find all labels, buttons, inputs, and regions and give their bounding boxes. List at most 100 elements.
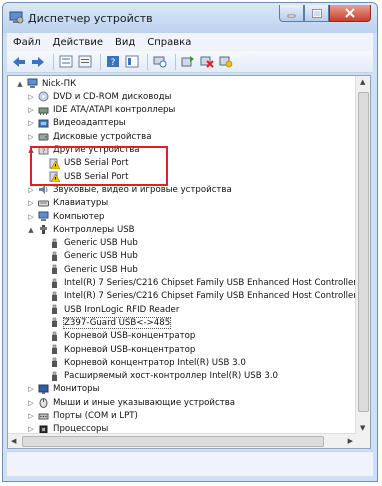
toolbar-separator xyxy=(53,53,54,70)
tree-item[interactable]: Intel(R) 7 Series/C216 Chipset Family US… xyxy=(38,290,370,303)
toolbar-separator xyxy=(100,53,101,70)
usb-icon xyxy=(52,371,57,381)
horizontal-scroll-thumb[interactable] xyxy=(22,436,324,447)
maximize-button[interactable] xyxy=(304,5,329,22)
expand-arrow-icon[interactable]: ▷ xyxy=(27,213,35,221)
expand-arrow-icon[interactable]: ▷ xyxy=(27,412,35,420)
usb-icon xyxy=(52,318,57,328)
scroll-down-icon[interactable]: ▼ xyxy=(360,424,365,432)
details-button[interactable] xyxy=(124,54,140,70)
tree-item[interactable]: ▷ Дисковые устройства xyxy=(27,130,151,143)
tree-item[interactable]: ▲ Nick-ПК xyxy=(16,77,76,90)
forward-icon xyxy=(32,56,44,67)
tree-item[interactable]: ▷ DVD и CD-ROM дисководы xyxy=(27,90,171,103)
usb-icon xyxy=(52,331,57,341)
tree-item[interactable]: Корневой концентратор Intel(R) USB 3.0 xyxy=(38,356,246,369)
vertical-scroll-thumb[interactable] xyxy=(358,92,369,412)
toolbar: ? xyxy=(7,51,373,73)
menu-help[interactable]: Справка xyxy=(141,37,197,48)
expand-arrow-icon[interactable]: ▷ xyxy=(27,106,35,114)
menu-file[interactable]: Файл xyxy=(7,37,47,48)
tree-item[interactable]: Z397-Guard USB<->485 xyxy=(38,316,172,329)
ide-icon xyxy=(38,107,49,115)
back-button[interactable] xyxy=(11,54,27,70)
tree-item-label: Nick-ПК xyxy=(42,78,77,89)
tree-item-label: Звуковые, видео и игровые устройства xyxy=(53,184,232,195)
tree-item-label: Корневой USB-концентратор xyxy=(64,344,196,355)
horizontal-scrollbar[interactable]: ◀ ▶ xyxy=(8,433,356,448)
computer-icon xyxy=(27,78,38,88)
tree-item-label: Generic USB Hub xyxy=(64,264,138,275)
expand-arrow-icon[interactable]: ▷ xyxy=(27,119,35,127)
scroll-right-icon[interactable]: ▶ xyxy=(348,437,353,445)
tree-item[interactable]: ▷ Компьютер xyxy=(27,210,105,223)
close-icon xyxy=(345,8,355,18)
tree-item[interactable]: ▲ Контроллеры USB xyxy=(27,223,134,236)
collapse-arrow-icon[interactable]: ▲ xyxy=(16,80,24,88)
tree-item-label: Расширяемый хост-контроллер Intel(R) USB… xyxy=(64,371,279,382)
tree-item[interactable]: Generic USB Hub xyxy=(38,237,138,250)
usb-icon xyxy=(52,358,57,368)
tree-item-label: Компьютер xyxy=(53,211,105,222)
expand-arrow-icon[interactable]: ▷ xyxy=(27,199,35,207)
expand-arrow-icon[interactable]: ▷ xyxy=(27,186,35,194)
usb-icon xyxy=(52,291,57,301)
uninstall-device-button[interactable] xyxy=(199,54,215,70)
forward-button[interactable] xyxy=(30,54,46,70)
expand-arrow-icon[interactable]: ▷ xyxy=(27,133,35,141)
tree-item[interactable]: ▷ Порты (COM и LPT) xyxy=(27,410,138,423)
back-icon xyxy=(13,56,25,67)
close-button[interactable] xyxy=(329,5,371,22)
monitor-icon xyxy=(38,384,49,394)
toolbar-separator xyxy=(175,53,176,70)
menu-action[interactable]: Действие xyxy=(47,37,109,48)
tree-item[interactable]: ▷ Мониторы xyxy=(27,383,99,396)
device-manager-app-icon xyxy=(9,11,24,24)
scrollbar-corner xyxy=(356,434,370,448)
scan-hardware-button[interactable] xyxy=(152,54,168,70)
tree-item[interactable]: Generic USB Hub xyxy=(38,250,138,263)
tree-item-label: DVD и CD-ROM дисководы xyxy=(53,91,172,102)
minimize-button[interactable] xyxy=(279,5,304,22)
tree-item[interactable]: Корневой USB-концентратор xyxy=(38,330,195,343)
tree-view-icon xyxy=(59,55,73,68)
tree-item[interactable]: Расширяемый хост-контроллер Intel(R) USB… xyxy=(38,370,278,383)
expand-arrow-icon[interactable]: ▷ xyxy=(27,93,35,101)
tree-item[interactable]: Intel(R) 7 Series/C216 Chipset Family US… xyxy=(38,277,370,290)
expand-arrow-icon[interactable]: ▷ xyxy=(27,385,35,393)
tree-item[interactable]: ▷ IDE ATA/ATAPI контроллеры xyxy=(27,104,175,117)
collapse-arrow-icon[interactable]: ▲ xyxy=(27,226,35,234)
device-tree[interactable]: ▲ Nick-ПК ▷ DVD и CD-ROM дисководы ▷ IDE ATA/… xyxy=(7,75,371,449)
menu-view[interactable]: Вид xyxy=(109,37,141,48)
scroll-up-icon[interactable]: ▲ xyxy=(360,78,365,86)
details-icon xyxy=(125,55,139,68)
tree-item[interactable]: Generic USB Hub xyxy=(38,263,138,276)
tree-item[interactable]: USB IronLogic RFID Reader xyxy=(38,303,179,316)
window-title: Диспетчер устройств xyxy=(28,12,153,25)
tree-view-button[interactable] xyxy=(58,54,74,70)
disable-device-button[interactable] xyxy=(218,54,234,70)
tree-item[interactable]: ▷ Клавиатуры xyxy=(27,197,108,210)
usb-icon xyxy=(52,264,57,275)
tree-item[interactable]: Корневой USB-концентратор xyxy=(38,343,195,356)
expand-arrow-icon[interactable]: ▷ xyxy=(27,399,35,407)
properties-icon xyxy=(78,55,92,68)
svg-text:?: ? xyxy=(111,58,116,68)
title-bar[interactable]: Диспетчер устройств xyxy=(3,3,377,33)
help-button[interactable]: ? xyxy=(105,54,121,70)
scroll-left-icon[interactable]: ◀ xyxy=(11,437,16,445)
update-driver-button[interactable] xyxy=(180,54,196,70)
properties-button[interactable] xyxy=(77,54,93,70)
tree-item[interactable]: ▷ Мыши и иные указывающие устройства xyxy=(27,396,235,409)
window-controls xyxy=(279,5,371,23)
tree-item[interactable]: ▷ Видеоадаптеры xyxy=(27,117,125,130)
update-driver-icon xyxy=(181,56,194,67)
vertical-scrollbar[interactable]: ▲ ▼ xyxy=(355,76,370,434)
status-bar xyxy=(7,451,373,476)
